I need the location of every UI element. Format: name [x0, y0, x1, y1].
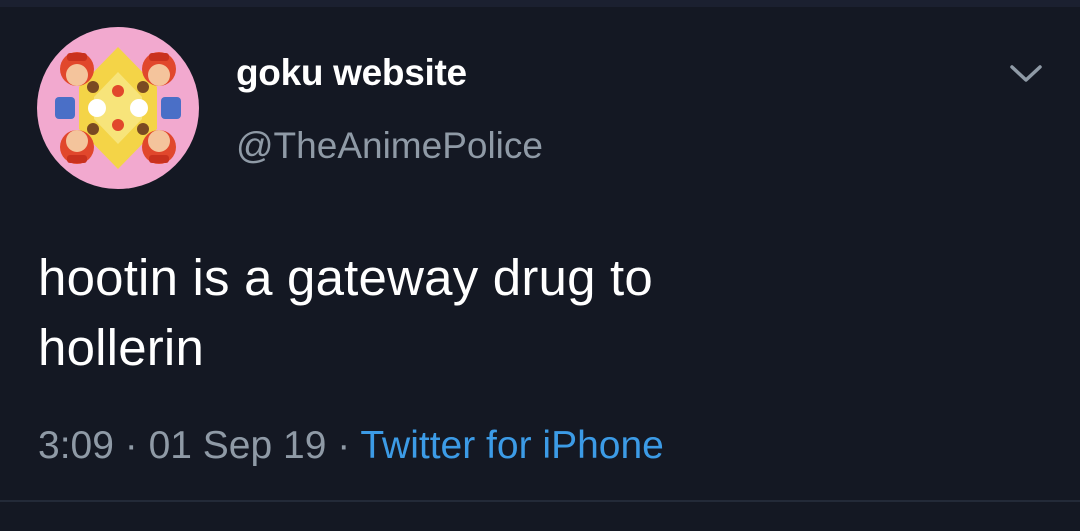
meta-separator: ·	[113, 424, 149, 467]
tweet-time[interactable]: 3:09	[38, 424, 114, 467]
top-divider	[0, 0, 1080, 7]
tweet-source-link[interactable]: Twitter for iPhone	[360, 424, 663, 467]
chevron-down-icon[interactable]	[1004, 58, 1048, 88]
bottom-divider	[0, 500, 1080, 502]
chevron-down-glyph	[1010, 65, 1042, 82]
avatar-image	[37, 27, 199, 189]
user-handle[interactable]: @TheAnimePolice	[236, 125, 543, 167]
meta-separator: ·	[326, 424, 361, 467]
tweet-date[interactable]: 01 Sep 19	[149, 424, 327, 467]
tweet-text-line-1: hootin is a gateway drug to	[38, 249, 653, 306]
tweet-text-line-2: hollerin	[38, 319, 205, 376]
tweet-text: hootin is a gateway drug to hollerin	[38, 243, 1038, 383]
avatar[interactable]	[37, 27, 199, 189]
tweet-meta: 3:09 · 01 Sep 19 · Twitter for iPhone	[38, 424, 664, 468]
display-name[interactable]: goku website	[236, 52, 467, 94]
